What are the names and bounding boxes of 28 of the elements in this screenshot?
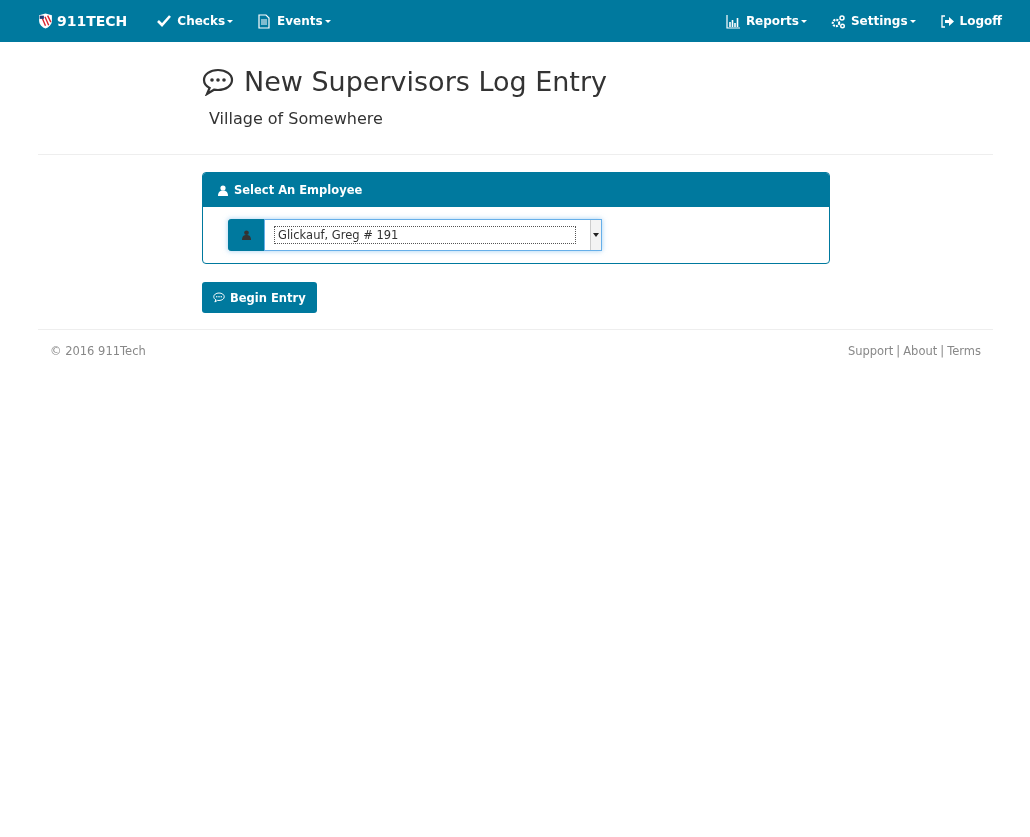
page-subtitle: Village of Somewhere bbox=[209, 109, 384, 128]
nav-menu-item[interactable]: Reports bbox=[723, 13, 809, 29]
nav-menu-item[interactable]: Settings bbox=[828, 13, 918, 29]
nav-menu-item[interactable]: Events bbox=[255, 13, 333, 29]
bar-chart-icon bbox=[725, 13, 741, 29]
link-separator: | bbox=[940, 344, 945, 358]
page-title: New Supervisors Log Entry bbox=[244, 66, 608, 97]
footer-link[interactable]: Support bbox=[847, 344, 894, 358]
footer-link[interactable]: About bbox=[903, 344, 938, 358]
nav-menu-item[interactable]: Checks bbox=[155, 13, 236, 29]
sign-out-icon bbox=[939, 13, 955, 29]
speech-bubble-icon bbox=[202, 67, 234, 96]
footer-link[interactable]: Terms bbox=[947, 344, 981, 358]
begin-entry-button[interactable]: Begin Entry bbox=[202, 282, 317, 313]
brand-logo[interactable]: 911TECH bbox=[38, 13, 128, 29]
panel-title: Select An Employee bbox=[234, 183, 363, 197]
checkmark-icon bbox=[157, 13, 173, 29]
nav-menu-item[interactable]: Logoff bbox=[937, 13, 1004, 29]
caret-icon bbox=[593, 233, 599, 237]
user-icon bbox=[241, 230, 251, 240]
user-icon bbox=[218, 184, 228, 196]
copyright-text: © 2016 911Tech bbox=[50, 344, 146, 358]
link-separator: | bbox=[896, 344, 901, 358]
employee-select[interactable]: Glickauf, Greg # 191 bbox=[264, 219, 602, 251]
shield-icon bbox=[38, 13, 53, 29]
gears-icon bbox=[830, 13, 846, 29]
document-icon bbox=[257, 13, 273, 29]
speech-bubble-icon bbox=[213, 292, 225, 303]
